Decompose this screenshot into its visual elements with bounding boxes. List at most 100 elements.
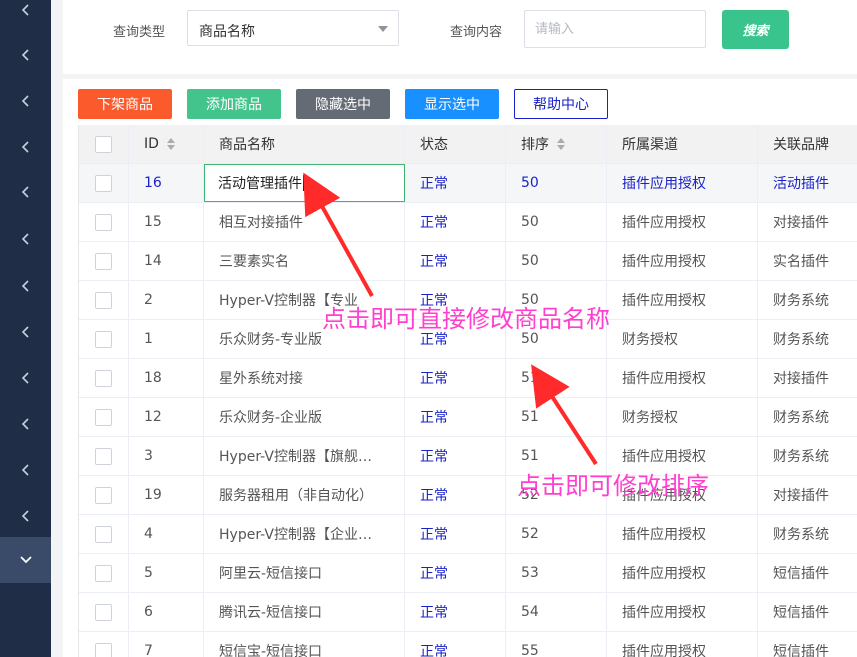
cell-sort[interactable]: 53: [506, 554, 607, 592]
column-header[interactable]: ID: [129, 125, 204, 163]
sort-icon[interactable]: [557, 138, 565, 150]
chevron-left-icon: [21, 49, 29, 61]
query-content-label: 查询内容: [450, 25, 503, 40]
row-checkbox[interactable]: [95, 252, 112, 270]
table-row[interactable]: 16 活动管理插件 正常 50 插件应用授权 活动插件: [79, 164, 857, 203]
table-row[interactable]: 4 Hyper-V控制器【企业… 正常 52 插件应用授权 财务系统: [79, 515, 857, 554]
cell-id: 7: [129, 632, 204, 657]
cell-sort[interactable]: 55: [506, 632, 607, 657]
chevron-left-icon: [21, 4, 29, 16]
cell-sort[interactable]: 52: [506, 515, 607, 553]
cell-sort[interactable]: 50: [506, 164, 607, 202]
query-content-input[interactable]: [524, 10, 706, 48]
cell-name[interactable]: 阿里云-短信接口: [204, 554, 405, 592]
cell-brand: 财务系统: [758, 515, 857, 553]
hide-selected-button[interactable]: 隐藏选中: [296, 89, 390, 119]
cell-name[interactable]: 短信宝-短信接口: [204, 632, 405, 657]
chevron-left-icon: [21, 464, 29, 476]
cell-channel: 插件应用授权: [607, 632, 758, 657]
cell-id: 16: [129, 164, 204, 202]
table-row[interactable]: 5 阿里云-短信接口 正常 53 插件应用授权 短信插件: [79, 554, 857, 593]
cell-brand: 短信插件: [758, 554, 857, 592]
row-checkbox[interactable]: [95, 291, 112, 309]
show-selected-button[interactable]: 显示选中: [405, 89, 499, 119]
cell-channel: 插件应用授权: [607, 164, 758, 202]
select-all-checkbox[interactable]: [95, 135, 112, 153]
row-checkbox[interactable]: [95, 525, 112, 543]
cell-sort[interactable]: 51: [506, 398, 607, 436]
sidebar-item[interactable]: [0, 0, 51, 29]
cell-name[interactable]: Hyper-V控制器【旗舰…: [204, 437, 405, 475]
row-checkbox[interactable]: [95, 564, 112, 582]
row-checkbox[interactable]: [95, 330, 112, 348]
table-row[interactable]: 18 星外系统对接 正常 51 插件应用授权 对接插件: [79, 359, 857, 398]
cell-name[interactable]: 活动管理插件: [204, 164, 405, 202]
table-row[interactable]: 3 Hyper-V控制器【旗舰… 正常 51 插件应用授权 财务系统: [79, 437, 857, 476]
row-checkbox[interactable]: [95, 213, 112, 231]
cell-sort[interactable]: 50: [506, 242, 607, 280]
cell-sort[interactable]: 51: [506, 359, 607, 397]
sidebar-item[interactable]: [0, 313, 51, 351]
sidebar-item[interactable]: [0, 405, 51, 443]
cell-name[interactable]: 腾讯云-短信接口: [204, 593, 405, 631]
column-header[interactable]: 排序: [506, 125, 607, 163]
cell-name[interactable]: 星外系统对接: [204, 359, 405, 397]
delist-button[interactable]: 下架商品: [78, 89, 172, 119]
sidebar-item[interactable]: [0, 36, 51, 74]
cell-name[interactable]: Hyper-V控制器【企业…: [204, 515, 405, 553]
sidebar-item[interactable]: [0, 220, 51, 258]
sidebar-item[interactable]: [0, 267, 51, 305]
table-row[interactable]: 19 服务器租用（非自动化） 正常 52 插件应用授权 对接插件: [79, 476, 857, 515]
cell-channel: 插件应用授权: [607, 359, 758, 397]
cell-sort[interactable]: 50: [506, 203, 607, 241]
name-edit-input[interactable]: 活动管理插件: [204, 164, 405, 202]
annotation-edit-sort: 点击即可修改排序: [517, 472, 709, 500]
row-checkbox[interactable]: [95, 174, 112, 192]
help-center-button[interactable]: 帮助中心: [514, 89, 608, 119]
cell-name[interactable]: 三要素实名: [204, 242, 405, 280]
cell-brand: 活动插件: [758, 164, 857, 202]
cell-name[interactable]: 乐众财务-企业版: [204, 398, 405, 436]
cell-channel: 插件应用授权: [607, 554, 758, 592]
table-row[interactable]: 15 相互对接插件 正常 50 插件应用授权 对接插件: [79, 203, 857, 242]
sidebar-item[interactable]: [0, 82, 51, 120]
row-checkbox-cell: [79, 632, 129, 657]
cell-name[interactable]: 相互对接插件: [204, 203, 405, 241]
cell-brand: 财务系统: [758, 320, 857, 358]
cell-name[interactable]: 服务器租用（非自动化）: [204, 476, 405, 514]
row-checkbox[interactable]: [95, 642, 112, 657]
sidebar-item[interactable]: [0, 451, 51, 489]
sidebar-item-active[interactable]: [0, 537, 51, 583]
cell-brand: 短信插件: [758, 593, 857, 631]
sidebar-item[interactable]: [0, 359, 51, 397]
search-button[interactable]: 搜索: [722, 10, 789, 49]
section-divider: [63, 74, 857, 79]
table-row[interactable]: 14 三要素实名 正常 50 插件应用授权 实名插件: [79, 242, 857, 281]
table-header: ID 商品名称 状态 排序 所属渠道 关联品牌: [79, 125, 857, 164]
cell-brand: 短信插件: [758, 632, 857, 657]
row-checkbox[interactable]: [95, 486, 112, 504]
sidebar-item[interactable]: [0, 128, 51, 166]
cell-sort[interactable]: 54: [506, 593, 607, 631]
row-checkbox-cell: [79, 281, 129, 319]
cell-id: 14: [129, 242, 204, 280]
row-checkbox[interactable]: [95, 369, 112, 387]
table-row[interactable]: 12 乐众财务-企业版 正常 51 财务授权 财务系统: [79, 398, 857, 437]
product-table: ID 商品名称 状态 排序 所属渠道 关联品牌 16 活动管理插件 正常 50 插件应用授权 活动插件…: [78, 125, 857, 657]
cell-brand: 对接插件: [758, 203, 857, 241]
table-row[interactable]: 6 腾讯云-短信接口 正常 54 插件应用授权 短信插件: [79, 593, 857, 632]
query-type-select[interactable]: 商品名称: [187, 10, 399, 46]
row-checkbox[interactable]: [95, 603, 112, 621]
sidebar-item[interactable]: [0, 173, 51, 211]
sidebar-item[interactable]: [0, 497, 51, 535]
row-checkbox-cell: [79, 515, 129, 553]
chevron-left-icon: [21, 418, 29, 430]
row-checkbox-cell: [79, 203, 129, 241]
cell-id: 19: [129, 476, 204, 514]
column-header-label: 状态: [420, 137, 448, 153]
row-checkbox[interactable]: [95, 447, 112, 465]
sort-icon[interactable]: [166, 138, 175, 150]
row-checkbox[interactable]: [95, 408, 112, 426]
add-product-button[interactable]: 添加商品: [187, 89, 281, 119]
table-row[interactable]: 7 短信宝-短信接口 正常 55 插件应用授权 短信插件: [79, 632, 857, 657]
